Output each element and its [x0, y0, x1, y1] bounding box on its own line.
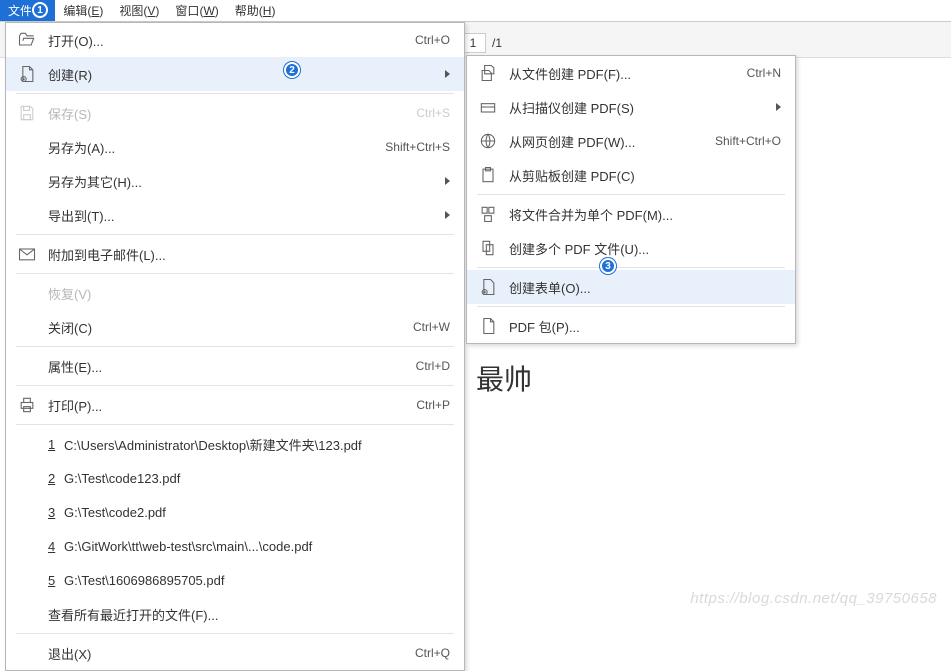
- mail-icon: [16, 243, 38, 265]
- submenu-arrow-icon: [445, 70, 450, 78]
- menubar-window[interactable]: 窗口(W): [167, 0, 226, 21]
- merge-icon: [477, 203, 499, 225]
- folder-open-icon: [16, 29, 38, 51]
- menu-separator: [477, 267, 785, 268]
- menu-separator: [16, 424, 454, 425]
- menu-open-label: 打开(O)...: [48, 31, 395, 50]
- menu-recent-all[interactable]: 查看所有最近打开的文件(F)...: [6, 597, 464, 631]
- page-total: /1: [492, 36, 502, 50]
- menubar-edit[interactable]: 编辑(E): [55, 0, 111, 21]
- form-icon: [477, 276, 499, 298]
- file-menu: 打开(O)... Ctrl+O 创建(R) 保存(S) Ctrl+S 另存为(A…: [5, 22, 465, 671]
- menu-create-from-clipboard[interactable]: 从剪贴板创建 PDF(C): [467, 158, 795, 192]
- menu-revert: 恢复(V): [6, 276, 464, 310]
- package-icon: [477, 315, 499, 337]
- multi-file-icon: [477, 237, 499, 259]
- page-indicator: 1 /1: [460, 33, 502, 53]
- menu-separator: [477, 194, 785, 195]
- menu-exit[interactable]: 退出(X) Ctrl+Q: [6, 636, 464, 670]
- menu-separator: [16, 234, 454, 235]
- menu-create-multiple[interactable]: 创建多个 PDF 文件(U)...: [467, 231, 795, 265]
- save-icon: [16, 102, 38, 124]
- menu-separator: [16, 385, 454, 386]
- menu-separator: [16, 93, 454, 94]
- annotation-badge-2: 2: [284, 62, 300, 78]
- menu-separator: [16, 346, 454, 347]
- menu-export[interactable]: 导出到(T)...: [6, 198, 464, 232]
- watermark: https://blog.csdn.net/qq_39750658: [690, 590, 937, 607]
- menu-merge-files[interactable]: 将文件合并为单个 PDF(M)...: [467, 197, 795, 231]
- recent-file-3[interactable]: 3G:\Test\code2.pdf: [6, 495, 464, 529]
- recent-file-4[interactable]: 4G:\GitWork\tt\web-test\src\main\...\cod…: [6, 529, 464, 563]
- print-icon: [16, 394, 38, 416]
- document-text: 最帅: [476, 358, 532, 398]
- menu-print[interactable]: 打印(P)... Ctrl+P: [6, 388, 464, 422]
- clipboard-icon: [477, 164, 499, 186]
- create-submenu: 从文件创建 PDF(F)... Ctrl+N 从扫描仪创建 PDF(S) 从网页…: [466, 55, 796, 344]
- globe-icon: [477, 130, 499, 152]
- recent-file-1[interactable]: 1C:\Users\Administrator\Desktop\新建文件夹\12…: [6, 427, 464, 461]
- menu-create-label: 创建(R): [48, 65, 433, 84]
- submenu-arrow-icon: [776, 103, 781, 111]
- pdf-from-file-icon: [477, 62, 499, 84]
- menu-create-form[interactable]: 创建表单(O)...: [467, 270, 795, 304]
- menu-save-other[interactable]: 另存为其它(H)...: [6, 164, 464, 198]
- menu-create-from-web[interactable]: 从网页创建 PDF(W)... Shift+Ctrl+O: [467, 124, 795, 158]
- submenu-arrow-icon: [445, 177, 450, 185]
- annotation-badge-3: 3: [600, 258, 616, 274]
- menu-create[interactable]: 创建(R): [6, 57, 464, 91]
- submenu-arrow-icon: [445, 211, 450, 219]
- annotation-badge-1: 1: [32, 2, 48, 18]
- menu-create-from-scanner[interactable]: 从扫描仪创建 PDF(S): [467, 90, 795, 124]
- recent-file-2[interactable]: 2G:\Test\code123.pdf: [6, 461, 464, 495]
- file-plus-icon: [16, 63, 38, 85]
- menu-pdf-package[interactable]: PDF 包(P)...: [467, 309, 795, 343]
- menu-separator: [16, 273, 454, 274]
- menu-save-as[interactable]: 另存为(A)... Shift+Ctrl+S: [6, 130, 464, 164]
- menu-separator: [477, 306, 785, 307]
- menu-open[interactable]: 打开(O)... Ctrl+O: [6, 23, 464, 57]
- menu-create-from-file[interactable]: 从文件创建 PDF(F)... Ctrl+N: [467, 56, 795, 90]
- menu-attach-email[interactable]: 附加到电子邮件(L)...: [6, 237, 464, 271]
- menubar: 文件(F) 编辑(E) 视图(V) 窗口(W) 帮助(H): [0, 0, 951, 22]
- menubar-view[interactable]: 视图(V): [111, 0, 167, 21]
- menu-save: 保存(S) Ctrl+S: [6, 96, 464, 130]
- recent-file-5[interactable]: 5G:\Test\1606986895705.pdf: [6, 563, 464, 597]
- scanner-icon: [477, 96, 499, 118]
- menu-close[interactable]: 关闭(C) Ctrl+W: [6, 310, 464, 344]
- menu-separator: [16, 633, 454, 634]
- menu-properties[interactable]: 属性(E)... Ctrl+D: [6, 349, 464, 383]
- menubar-help[interactable]: 帮助(H): [227, 0, 284, 21]
